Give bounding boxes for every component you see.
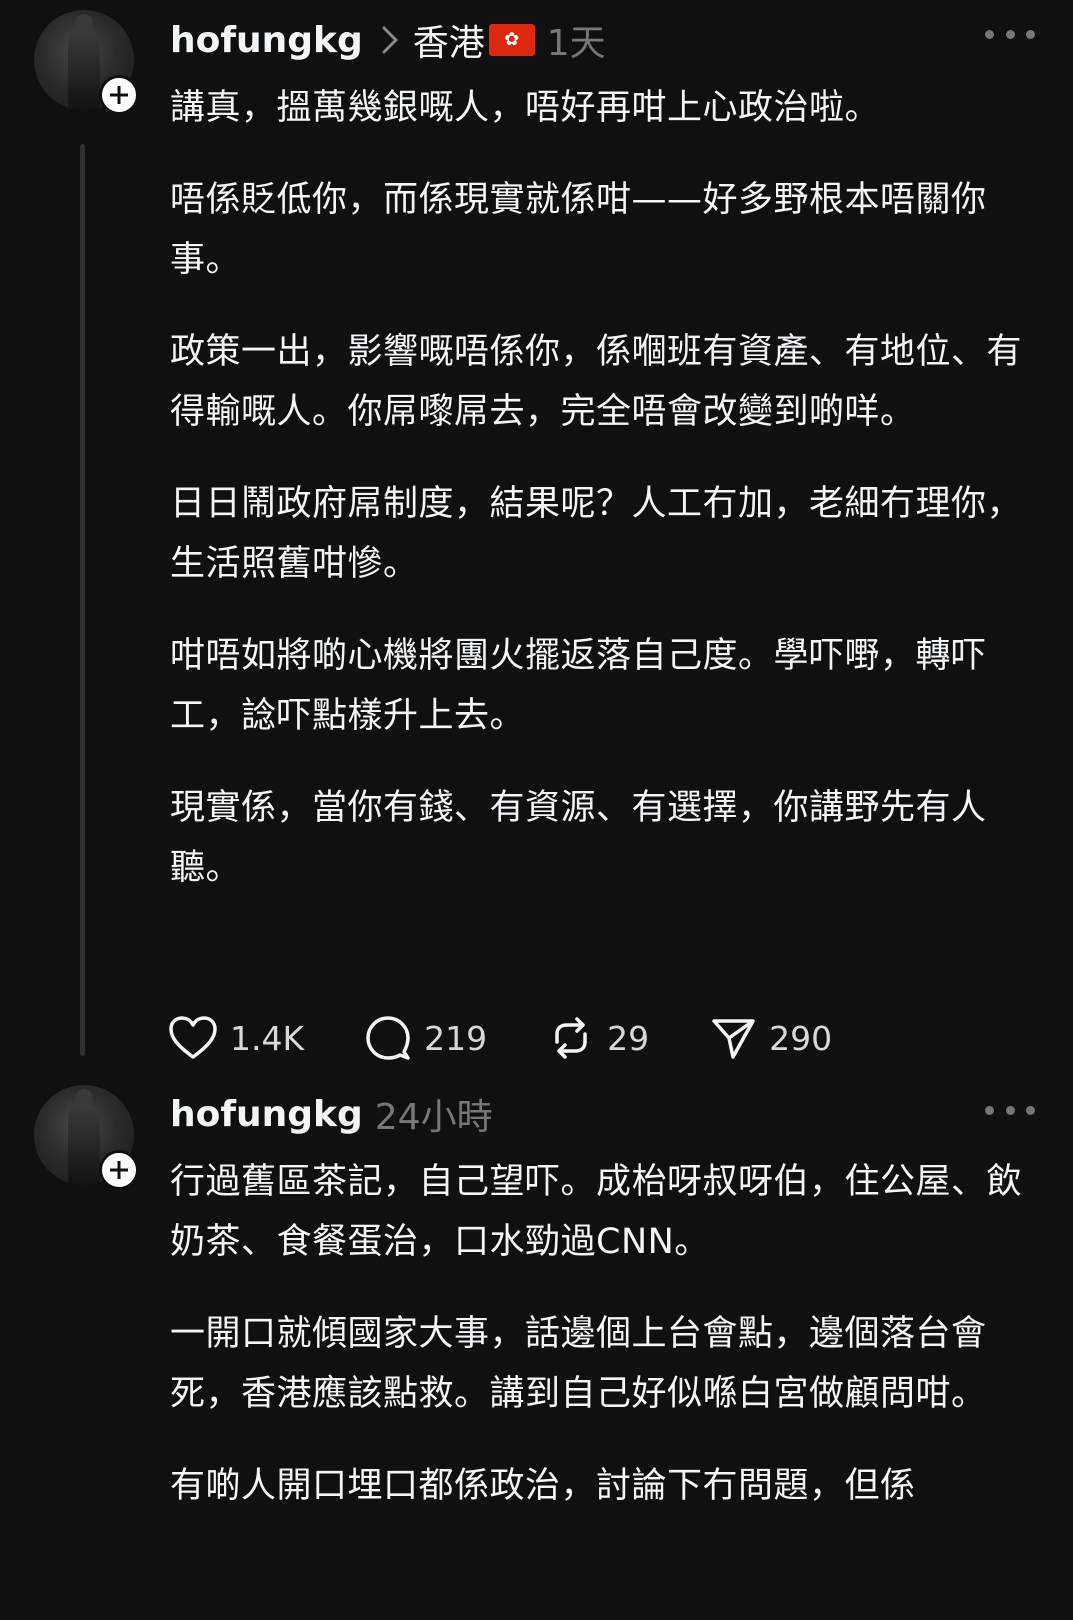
post-paragraph: 現實係，當你有錢、有資源、有選擇，你講野先有人聽。 <box>170 788 987 888</box>
heart-icon <box>169 1016 217 1059</box>
send-icon <box>712 1019 755 1059</box>
comment-icon <box>366 1016 410 1060</box>
more-options-icon[interactable] <box>985 24 1035 44</box>
post-paragraph: 日日鬧政府屌制度，結果呢？人工冇加，老細冇理你，生活照舊咁慘。 <box>170 484 1023 584</box>
post-paragraph: 一開口就傾國家大事，話邊個上台會點，邊個落台會死，香港應該點救。講到自己好似喺白… <box>170 1314 987 1414</box>
post-paragraph: 咁唔如將啲心機將團火擺返落自己度。學吓嘢，轉吓工，諗吓點樣升上去。 <box>170 636 987 736</box>
post-paragraph: 唔係貶低你，而係現實就係咁——好多野根本唔關你事。 <box>170 180 987 280</box>
post-time: 1天 <box>546 23 606 64</box>
username[interactable]: hofungkg <box>170 1094 363 1135</box>
post-paragraph: 講真，搵萬幾銀嘅人，唔好再咁上心政治啦。 <box>170 88 881 128</box>
follow-plus-icon[interactable] <box>99 75 139 115</box>
reply-button[interactable]: 219 <box>364 1014 487 1062</box>
post-paragraph: 有啲人開口埋口都係政治，討論下冇問題，但係 <box>170 1466 916 1506</box>
chevron-right-icon <box>381 25 399 55</box>
reply-count: 219 <box>424 1018 488 1058</box>
post-header: hofungkg 24小時 <box>170 1086 493 1142</box>
more-options-icon[interactable] <box>985 1100 1035 1120</box>
like-button[interactable]: 1.4K <box>168 1015 304 1061</box>
post-header: hofungkg 香港 ✿ 1天 <box>170 12 606 68</box>
follow-plus-icon[interactable] <box>99 1150 139 1190</box>
repost-count: 29 <box>607 1018 650 1058</box>
post-paragraph: 政策一出，影響嘅唔係你，係嗰班有資產、有地位、有得輸嘅人。你屌嚟屌去，完全唔會改… <box>170 332 1023 432</box>
repost-button[interactable]: 29 <box>547 1014 649 1062</box>
share-button[interactable]: 290 <box>709 1014 832 1062</box>
username[interactable]: hofungkg <box>170 20 363 61</box>
share-count: 290 <box>769 1018 833 1058</box>
repost-icon <box>555 1017 587 1059</box>
thread-line <box>80 144 85 1056</box>
like-count: 1.4K <box>230 1018 305 1058</box>
hong-kong-flag-icon: ✿ <box>488 24 535 56</box>
location-label[interactable]: 香港 <box>413 14 485 66</box>
post-body: 行過舊區茶記，自己望吓。成枱呀叔呀伯，住公屋、飲奶茶、食餐蛋治，口水勁過CNN。… <box>170 1152 1040 1548</box>
post-paragraph: 行過舊區茶記，自己望吓。成枱呀叔呀伯，住公屋、飲奶茶、食餐蛋治，口水勁過CNN。 <box>170 1162 1023 1262</box>
post-time: 24小時 <box>374 1097 493 1138</box>
post-body: 講真，搵萬幾銀嘅人，唔好再咁上心政治啦。 唔係貶低你，而係現實就係咁——好多野根… <box>170 78 1040 930</box>
action-bar: 1.4K 219 29 290 <box>168 1014 892 1062</box>
